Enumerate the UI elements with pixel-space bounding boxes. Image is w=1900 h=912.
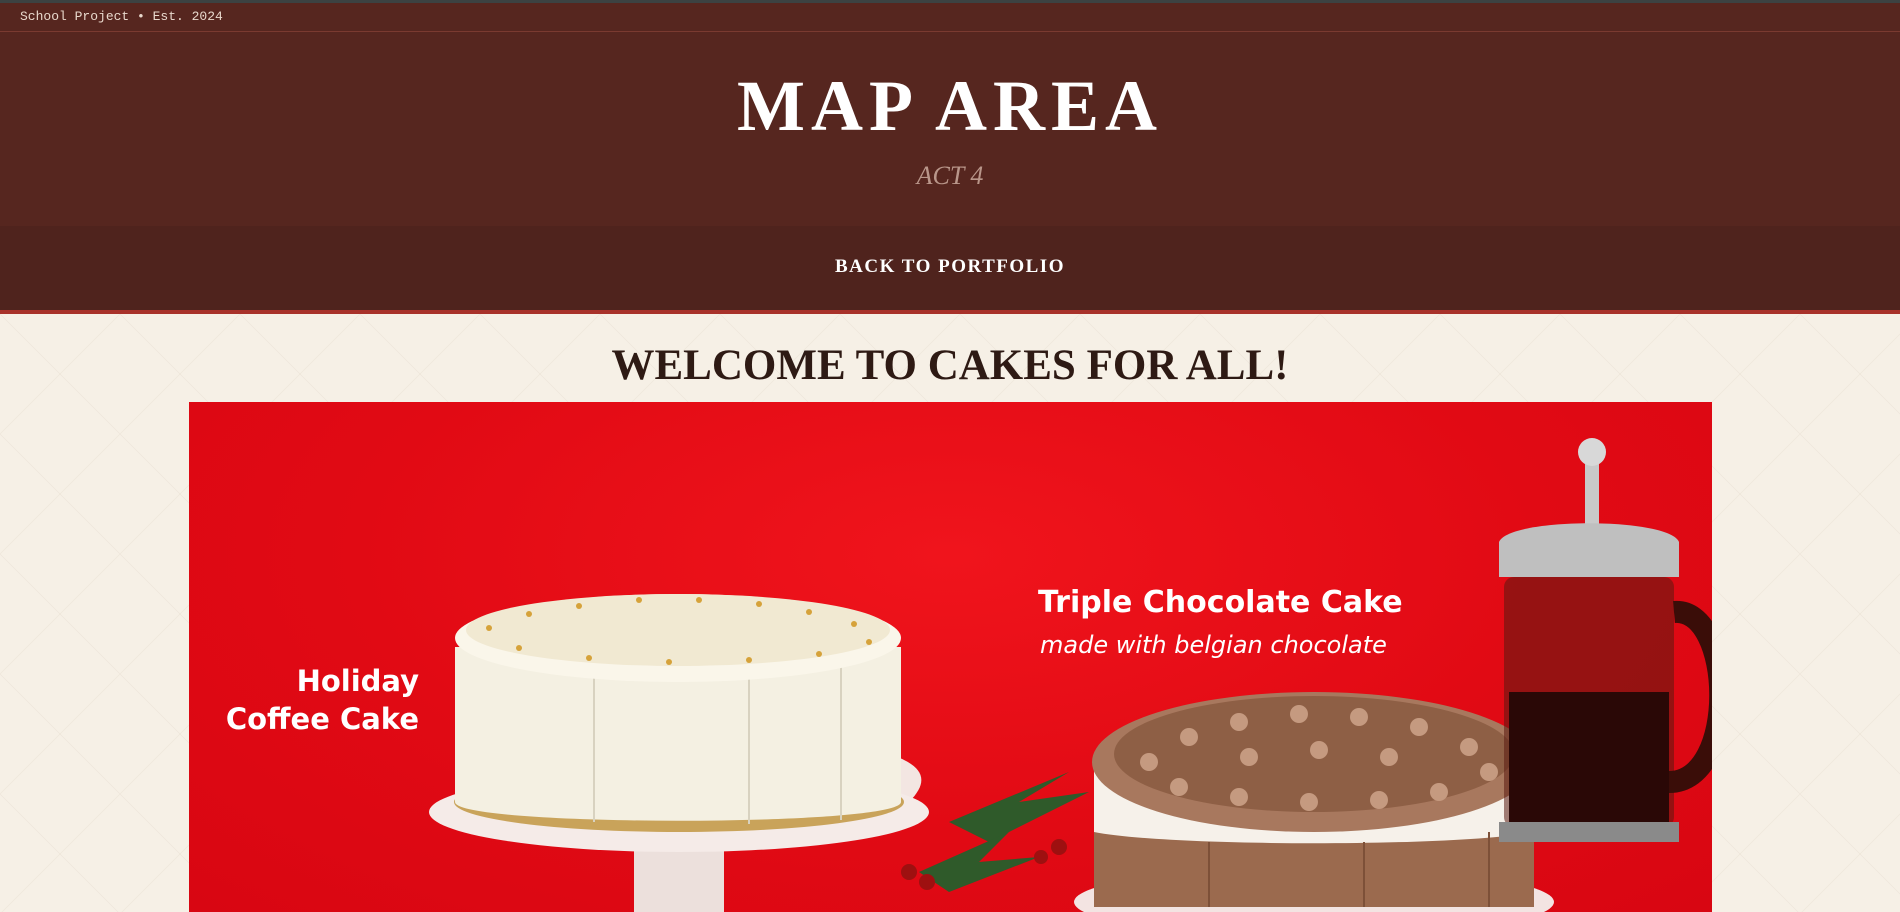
main-nav: BACK TO PORTFOLIO — [0, 226, 1900, 310]
cake-banner-image: Holiday Coffee Cake Triple Chocolate Cak… — [189, 402, 1712, 912]
site-subtitle: ACT 4 — [916, 161, 984, 190]
coffee-cake-illustration — [429, 594, 929, 912]
belgian-chocolate-subcaption: made with belgian chocolate — [1040, 631, 1387, 659]
main-content: WELCOME TO CAKES FOR ALL! Holiday Coffee… — [0, 314, 1900, 912]
holiday-coffee-cake-caption: Holiday Coffee Cake — [219, 662, 419, 738]
back-to-portfolio-link[interactable]: BACK TO PORTFOLIO — [0, 256, 1900, 278]
welcome-heading: WELCOME TO CAKES FOR ALL! — [611, 342, 1289, 389]
holiday-caption-line1: Holiday — [296, 664, 419, 698]
utility-bar: School Project • Est. 2024 — [0, 3, 1900, 32]
evergreen-garnish — [901, 772, 1089, 892]
triple-chocolate-caption: Triple Chocolate Cake — [1038, 585, 1403, 620]
holiday-caption-line2: Coffee Cake — [225, 702, 419, 736]
chocolate-cake-illustration — [1074, 692, 1554, 912]
cake-banner-illustration — [429, 438, 1712, 912]
french-press-illustration — [1499, 438, 1712, 842]
utility-text: School Project • Est. 2024 — [20, 9, 223, 24]
site-title: MAP AREA — [737, 66, 1163, 146]
site-header: MAP AREA ACT 4 — [0, 32, 1900, 226]
